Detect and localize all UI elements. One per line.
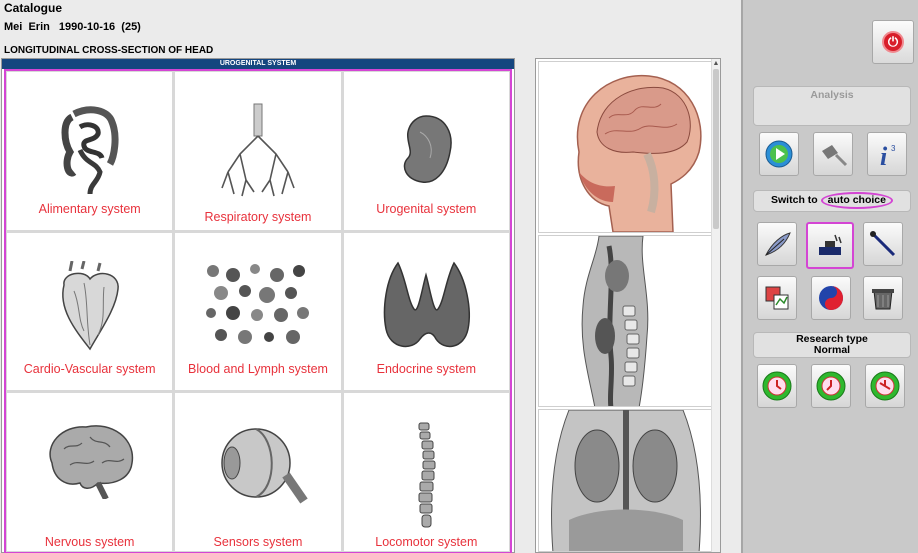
blood-cells-icon [205, 263, 309, 344]
cell-label: Blood and Lymph system [188, 362, 328, 377]
info-icon: i 3 [880, 142, 896, 169]
yin-yang-icon [819, 286, 843, 310]
research-type-box: Research type Normal [753, 332, 911, 358]
pointer-wand-icon [870, 231, 896, 257]
svg-text:i: i [880, 142, 888, 169]
brain-icon [49, 425, 133, 500]
system-cell-urogenital[interactable]: Urogenital system [343, 72, 509, 230]
probe-icon [822, 145, 848, 167]
cell-label: Locomotor system [375, 535, 478, 549]
torso-coronal-section-image[interactable] [538, 409, 712, 552]
play-button[interactable] [759, 132, 799, 176]
wand-tool-button[interactable] [863, 222, 903, 266]
clock-green-icon [762, 371, 792, 401]
research-clock-button-1[interactable] [757, 364, 797, 408]
system-cell-locomotor[interactable]: Locomotor system [343, 393, 509, 551]
research-type-value: Normal [813, 344, 851, 356]
cauldron-icon [872, 289, 894, 310]
systems-grid: Alimentary system Respiratory system Uro… [6, 71, 510, 552]
section-title: LONGITUDINAL CROSS-SECTION OF HEAD [4, 45, 214, 56]
patient-name: Mei Erin [4, 21, 50, 33]
head-sagittal-section-image-svg [576, 74, 702, 232]
heart-icon [61, 260, 119, 351]
switch-mode-box[interactable]: Switch to auto choice [753, 190, 911, 212]
compare-charts-icon [765, 286, 789, 310]
torso-coronal-section-image-svg [551, 410, 701, 551]
feather-tool-button[interactable] [757, 222, 797, 266]
catalogue-title: Catalogue [4, 1, 63, 15]
cell-label: Respiratory system [204, 209, 312, 224]
analysis-box: Analysis [753, 86, 911, 126]
power-button[interactable]: ⏻ [872, 20, 914, 64]
cell-label: Sensors system [213, 535, 303, 549]
systems-panel: UROGENITAL SYSTEM Alimentary system Resp [1, 58, 515, 553]
kidney-icon [404, 115, 452, 183]
auto-choice-toggle[interactable]: auto choice [820, 192, 893, 209]
eyeball-icon [221, 428, 308, 504]
torso-sagittal-section-image[interactable] [538, 235, 712, 407]
clock-green-icon [870, 371, 900, 401]
scanner-device-icon [819, 234, 842, 255]
systems-grid-frame: Alimentary system Respiratory system Uro… [4, 69, 512, 553]
play-icon [765, 140, 793, 168]
cell-label: Alimentary system [38, 201, 141, 216]
patient-dob-age: 1990-10-16 (25) [58, 21, 141, 33]
torso-sagittal-section-image-svg [581, 236, 649, 406]
device-tool-button[interactable] [806, 222, 854, 269]
scrollbar-thumb[interactable] [713, 69, 719, 229]
feather-quill-icon [765, 232, 791, 256]
scroll-up-arrow-icon[interactable]: ▲ [712, 59, 720, 68]
research-clock-button-3[interactable] [865, 364, 905, 408]
anatomy-image-list[interactable]: ▲ [535, 58, 721, 553]
cauldron-button[interactable] [863, 276, 903, 320]
system-cell-alimentary[interactable]: Alimentary system [7, 72, 173, 230]
cell-label: Nervous system [44, 535, 135, 549]
switch-prefix: Switch to [771, 194, 818, 206]
svg-text:3: 3 [891, 144, 896, 153]
system-cell-sensors[interactable]: Sensors system [175, 393, 341, 551]
research-clock-button-2[interactable] [811, 364, 851, 408]
system-cell-nervous[interactable]: Nervous system [7, 393, 173, 551]
system-cell-cardio-vascular[interactable]: Cardio-Vascular system [7, 232, 173, 391]
head-sagittal-section-image[interactable] [538, 61, 712, 233]
image-list-scrollbar[interactable]: ▲ [711, 59, 720, 552]
cell-label: Cardio-Vascular system [23, 362, 156, 377]
power-icon: ⏻ [882, 31, 904, 53]
analysis-label: Analysis [810, 89, 854, 101]
control-sidebar: ⏻ Analysis i 3 Switch to auto choice Res… [741, 0, 918, 553]
yin-yang-button[interactable] [811, 276, 851, 320]
probe-tool-button[interactable] [813, 132, 853, 176]
thyroid-icon [384, 261, 471, 347]
system-cell-respiratory[interactable]: Respiratory system [175, 72, 341, 230]
info-button[interactable]: i 3 [867, 132, 907, 176]
system-cell-blood-lymph[interactable]: Blood and Lymph system [175, 232, 341, 391]
clock-green-icon [816, 371, 846, 401]
intestine-icon [61, 106, 119, 195]
cell-label: Urogenital system [376, 201, 477, 216]
compare-tool-button[interactable] [757, 276, 797, 320]
patient-info: Mei Erin 1990-10-16 (25) [4, 21, 147, 33]
spine-icon [418, 422, 436, 528]
cell-label: Endocrine system [376, 362, 476, 377]
system-cell-endocrine[interactable]: Endocrine system [343, 232, 509, 391]
lungs-bronchi-icon [221, 103, 295, 197]
panel-titlebar: UROGENITAL SYSTEM [2, 59, 514, 69]
